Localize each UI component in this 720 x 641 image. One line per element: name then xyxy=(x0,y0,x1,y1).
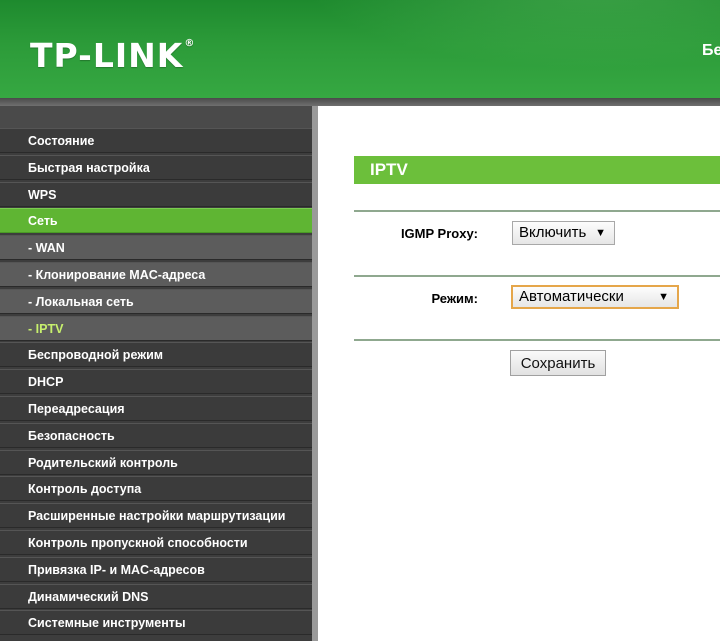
sidebar-subitem-wan[interactable]: - WAN xyxy=(0,235,312,261)
sidebar-item-forwarding[interactable]: Переадресация xyxy=(0,395,312,421)
mode-value: Автоматически xyxy=(519,288,624,305)
sidebar-item-ip-mac-binding[interactable]: Привязка IP- и MAC-адресов xyxy=(0,556,312,582)
tp-link-logo: TP-LINK® xyxy=(30,36,196,75)
igmp-proxy-value: Включить xyxy=(519,224,587,241)
igmp-proxy-label: IGMP Proxy: xyxy=(400,226,478,241)
divider xyxy=(354,210,720,212)
sidebar-item-bandwidth-control[interactable]: Контроль пропускной способности xyxy=(0,529,312,555)
page-title: IPTV xyxy=(354,156,720,184)
sidebar-item-network[interactable]: Сеть xyxy=(0,208,312,234)
sidebar-item-access-control[interactable]: Контроль доступа xyxy=(0,476,312,502)
sidebar-subitem-iptv[interactable]: - IPTV xyxy=(0,315,312,341)
save-button[interactable]: Сохранить xyxy=(510,350,606,376)
divider xyxy=(354,339,720,341)
header-separator xyxy=(0,98,720,106)
sidebar-item-status[interactable]: Состояние xyxy=(0,128,312,153)
main-content: IPTV IGMP Proxy: Включить ▼ Режим: Автом… xyxy=(318,106,720,641)
sidebar-item-parental-control[interactable]: Родительский контроль xyxy=(0,449,312,475)
sidebar-item-system-tools[interactable]: Системные инструменты xyxy=(0,610,312,636)
sidebar-item-dhcp[interactable]: DHCP xyxy=(0,369,312,395)
sidebar-item-security[interactable]: Безопасность xyxy=(0,422,312,448)
dropdown-arrow-icon: ▼ xyxy=(595,227,606,239)
sidebar-subitem-mac-clone[interactable]: - Клонирование MAC-адреса xyxy=(0,261,312,287)
sidebar-item-wireless[interactable]: Беспроводной режим xyxy=(0,342,312,368)
dropdown-arrow-icon: ▼ xyxy=(658,291,669,303)
divider xyxy=(354,275,720,277)
header-right-text: Бе xyxy=(702,42,720,59)
mode-select[interactable]: Автоматически ▼ xyxy=(511,285,679,309)
sidebar-top-bar xyxy=(0,106,318,128)
sidebar-item-quick-setup[interactable]: Быстрая настройка xyxy=(0,154,312,180)
sidebar-subitem-lan[interactable]: - Локальная сеть xyxy=(0,288,312,314)
sidebar-item-dynamic-dns[interactable]: Динамический DNS xyxy=(0,583,312,609)
sidebar-item-advanced-routing[interactable]: Расширенные настройки маршрутизации xyxy=(0,503,312,529)
igmp-proxy-select[interactable]: Включить ▼ xyxy=(512,221,615,245)
header-banner: TP-LINK® Бе xyxy=(0,0,720,98)
sidebar-menu: Состояние Быстрая настройка WPS Сеть - W… xyxy=(0,128,318,636)
mode-label: Режим: xyxy=(431,291,478,306)
sidebar: Состояние Быстрая настройка WPS Сеть - W… xyxy=(0,106,318,641)
sidebar-item-wps[interactable]: WPS xyxy=(0,181,312,207)
